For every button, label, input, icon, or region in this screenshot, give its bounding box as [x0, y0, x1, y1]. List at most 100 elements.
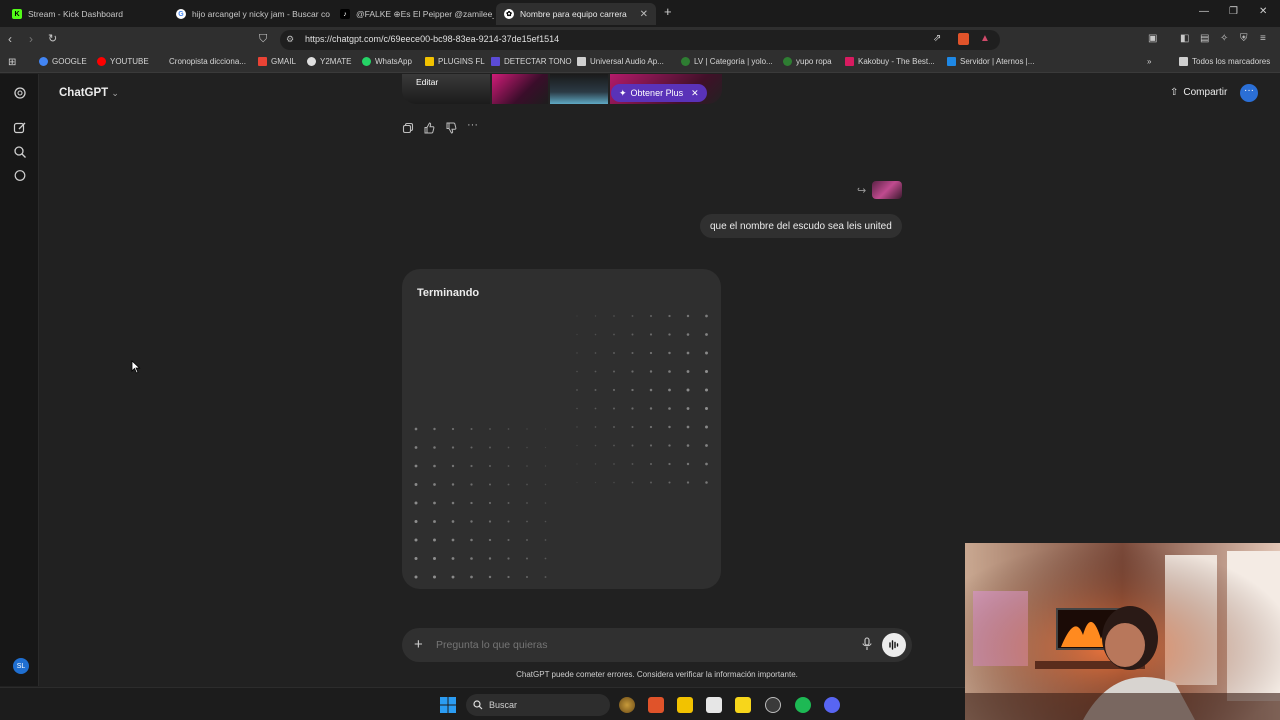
loading-dot: [576, 463, 578, 465]
url-text[interactable]: https://chatgpt.com/c/69eece00-bc98-83ea…: [305, 34, 559, 44]
wallet-icon[interactable]: ▤: [1200, 33, 1209, 45]
edit-label[interactable]: Editar: [416, 77, 438, 87]
model-selector[interactable]: ChatGPT ⌄: [59, 87, 119, 99]
more-options-icon[interactable]: ···: [1240, 84, 1258, 102]
thumbs-down-icon[interactable]: [445, 122, 457, 134]
loading-dot: [470, 446, 473, 449]
discord-icon[interactable]: [824, 697, 840, 713]
minimize-icon[interactable]: —: [1199, 6, 1209, 17]
prompt-input[interactable]: [436, 639, 836, 651]
more-bookmarks-icon[interactable]: »: [1147, 57, 1151, 66]
add-attachment-icon[interactable]: +: [414, 636, 423, 653]
bookmark-whatsapp[interactable]: WhatsApp: [362, 57, 412, 66]
loading-dot: [705, 444, 708, 447]
all-bookmarks[interactable]: Todos los marcadores: [1179, 57, 1270, 66]
brave-shields-icon[interactable]: [958, 33, 969, 45]
restore-icon[interactable]: ❐: [1229, 6, 1238, 17]
bookmark-page-icon[interactable]: ⛉: [259, 33, 267, 45]
openai-logo-icon[interactable]: [13, 86, 27, 100]
image-thumbnail[interactable]: [550, 74, 608, 104]
message-composer[interactable]: +: [402, 628, 912, 662]
bookmark-google[interactable]: GOOGLE: [39, 57, 87, 66]
loading-dot: [576, 389, 578, 391]
loading-dot: [507, 575, 510, 579]
loading-dot: [576, 333, 578, 336]
obs-icon[interactable]: [765, 697, 781, 713]
brave-rewards-icon[interactable]: ▲: [980, 33, 990, 44]
google-icon: G: [176, 9, 186, 19]
tab-kick-dashboard[interactable]: K Stream - Kick Dashboard: [4, 3, 166, 25]
bookmark-youtube[interactable]: YOUTUBE: [97, 57, 149, 66]
new-chat-icon[interactable]: [13, 121, 27, 135]
bookmark-label: Universal Audio Ap...: [590, 57, 664, 66]
bookmark-lv-categoria[interactable]: LV | Categoría | yolo...: [681, 57, 773, 66]
apps-grid-icon[interactable]: ⊞: [8, 57, 16, 68]
share-page-icon[interactable]: ⇗: [933, 33, 941, 44]
menu-icon[interactable]: ≡: [1260, 33, 1266, 45]
bookmark-y2mate[interactable]: Y2MATE: [307, 57, 351, 66]
windows-start-icon[interactable]: [440, 697, 456, 713]
bookmark-plugins-fl[interactable]: PLUGINS FL: [425, 57, 485, 66]
search-icon[interactable]: [13, 145, 27, 159]
loading-dot: [631, 315, 634, 317]
bookmark-label: YOUTUBE: [110, 57, 149, 66]
close-window-icon[interactable]: ✕: [1259, 6, 1267, 17]
tab-google-search[interactable]: G hijo arcangel y nicky jam - Buscar co: [168, 3, 330, 25]
taskbar-search[interactable]: Buscar: [466, 694, 610, 716]
bookmark-aternos[interactable]: Servidor | Aternos |...: [947, 57, 1034, 66]
microsoft-store-icon[interactable]: [706, 697, 722, 713]
reload-icon[interactable]: ↻: [48, 33, 57, 45]
loading-dot: [649, 407, 653, 410]
loading-dot: [451, 575, 455, 579]
voice-mode-button[interactable]: [882, 633, 906, 657]
spotify-icon[interactable]: [795, 697, 811, 713]
vpn-icon[interactable]: ⛨: [1240, 33, 1248, 45]
loading-dot: [507, 428, 510, 430]
loading-dot: [631, 351, 634, 355]
file-explorer-icon[interactable]: [677, 697, 693, 713]
loading-dot: [544, 539, 547, 541]
loading-dot: [613, 333, 615, 336]
loading-dot: [544, 557, 547, 560]
bookmark-label: LV | Categoría | yolo...: [694, 57, 773, 66]
site-info-icon[interactable]: ⚙: [286, 34, 294, 45]
bookmark-gmail[interactable]: GMAIL: [258, 57, 296, 66]
brave-browser-icon[interactable]: [648, 697, 664, 713]
bookmark-kakobuy[interactable]: Kakobuy - The Best...: [845, 57, 935, 66]
app-icon[interactable]: [619, 697, 635, 713]
back-icon[interactable]: ‹: [8, 33, 12, 45]
reply-arrow-icon: ↪: [857, 185, 867, 197]
bookmark-detectar-tono[interactable]: DETECTAR TONO: [491, 57, 572, 66]
bookmark-cronopista[interactable]: Cronopista dicciona...: [169, 57, 246, 66]
attached-image-thumbnail[interactable]: [872, 181, 902, 199]
webcam-feed-image: [965, 543, 1280, 720]
microphone-icon[interactable]: [861, 637, 873, 651]
loading-dot: [433, 557, 436, 560]
new-tab-icon[interactable]: +: [664, 4, 672, 19]
ai-assistant-icon[interactable]: ✧: [1220, 33, 1228, 45]
copy-icon[interactable]: [402, 122, 414, 134]
more-actions-icon[interactable]: ···: [467, 119, 479, 131]
share-button[interactable]: ⇧ Compartir: [1170, 87, 1227, 98]
sidebar-toggle-icon[interactable]: ◧: [1180, 33, 1189, 45]
all-bookmarks-label: Todos los marcadores: [1192, 57, 1271, 66]
tab-chatgpt[interactable]: ✿ Nombre para equipo carrera ✕: [496, 3, 656, 25]
bookmark-yupo-ropa[interactable]: yupo ropa: [783, 57, 832, 66]
forward-icon[interactable]: ›: [29, 33, 33, 45]
get-plus-button[interactable]: ✦ Obtener Plus ✕: [611, 84, 707, 102]
image-thumbnail[interactable]: [492, 74, 548, 104]
avatar[interactable]: SL: [13, 658, 29, 674]
thumbs-up-icon[interactable]: [423, 122, 435, 134]
chats-icon[interactable]: [13, 169, 27, 183]
pip-icon[interactable]: ▣: [1148, 33, 1157, 45]
close-tab-icon[interactable]: ✕: [640, 9, 648, 20]
sidebar-rail: SL: [0, 74, 39, 686]
address-bar[interactable]: ⚙ https://chatgpt.com/c/69eece00-bc98-83…: [280, 30, 1000, 50]
close-icon[interactable]: ✕: [691, 88, 699, 99]
bookmark-label: Kakobuy - The Best...: [858, 57, 935, 66]
tab-tiktok[interactable]: ♪ @FALKE ⊕Es El Peipper @zamilee_: [332, 3, 494, 25]
sticky-notes-icon[interactable]: [735, 697, 751, 713]
loading-dot: [526, 539, 528, 541]
bookmark-label: GOOGLE: [52, 57, 87, 66]
bookmark-universal-audio[interactable]: Universal Audio Ap...: [577, 57, 664, 66]
